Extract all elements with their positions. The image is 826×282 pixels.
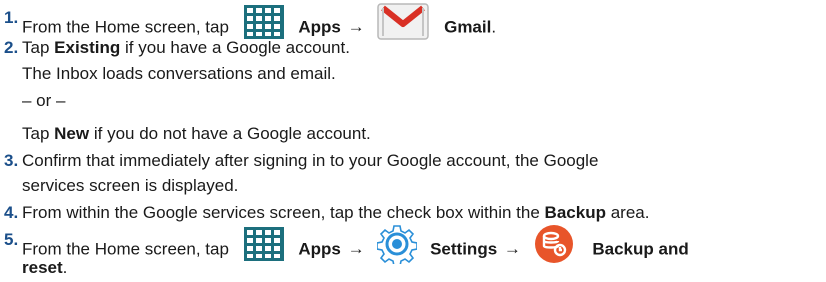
arrow: → [347, 17, 365, 37]
step-2-sub2: Tap New if you do not have a Google acco… [22, 124, 371, 144]
step-2-sub2-pre: Tap [22, 124, 50, 143]
step-5-cont: reset. [22, 258, 67, 278]
step-3-line1: Confirm that immediately after signing i… [22, 151, 599, 170]
step-number: 3. [4, 151, 19, 170]
step-1: 1. From the Home screen, tap Apps → Gmai… [0, 3, 826, 40]
arrow: → [347, 239, 365, 259]
existing-label: Existing [54, 38, 121, 57]
step-2-or: – or – [22, 91, 65, 111]
step-2-sub1: The Inbox loads conversations and email. [22, 64, 336, 84]
backup-and-label: Backup and [592, 239, 689, 259]
backup-label: Backup [544, 203, 606, 222]
reset-label: reset [22, 258, 63, 277]
step-2-pre: Tap [22, 38, 50, 57]
step-text: From the Home screen, tap Apps → Setting… [22, 225, 689, 270]
step-text: Tap Existing if you have a Google accoun… [22, 38, 350, 58]
new-label: New [54, 124, 90, 143]
inbox-note: The Inbox loads conversations and email. [22, 64, 336, 83]
gmail-envelope-icon [377, 0, 430, 40]
step-number: 4. [4, 203, 19, 222]
apps-grid-icon [243, 227, 284, 261]
step-number: 1. [4, 8, 19, 27]
step-1-pre: From the Home screen, tap [22, 17, 229, 37]
step-number: 5. [4, 230, 19, 249]
or-separator: – or – [22, 91, 66, 110]
settings-label: Settings [430, 239, 498, 259]
step-4-post: area. [610, 203, 650, 222]
period: . [62, 258, 68, 277]
step-2-post: if you have a Google account. [125, 38, 350, 57]
period: . [491, 17, 497, 37]
step-2-sub2-post: if you do not have a Google account. [93, 124, 371, 143]
step-text: From within the Google services screen, … [22, 203, 649, 223]
step-number: 2. [4, 38, 19, 57]
settings-gear-icon [377, 224, 418, 264]
apps-grid-icon [243, 5, 284, 39]
step-5-pre: From the Home screen, tap [22, 239, 229, 259]
apps-label: Apps [298, 17, 341, 37]
apps-label: Apps [298, 239, 341, 259]
backup-reset-icon [534, 224, 574, 264]
arrow: → [503, 239, 521, 259]
gmail-label: Gmail [444, 17, 492, 37]
step-4-pre: From within the Google services screen, … [22, 203, 540, 222]
step-3-line2: services screen is displayed. [22, 176, 239, 195]
step-3-cont: services screen is displayed. [22, 176, 238, 196]
